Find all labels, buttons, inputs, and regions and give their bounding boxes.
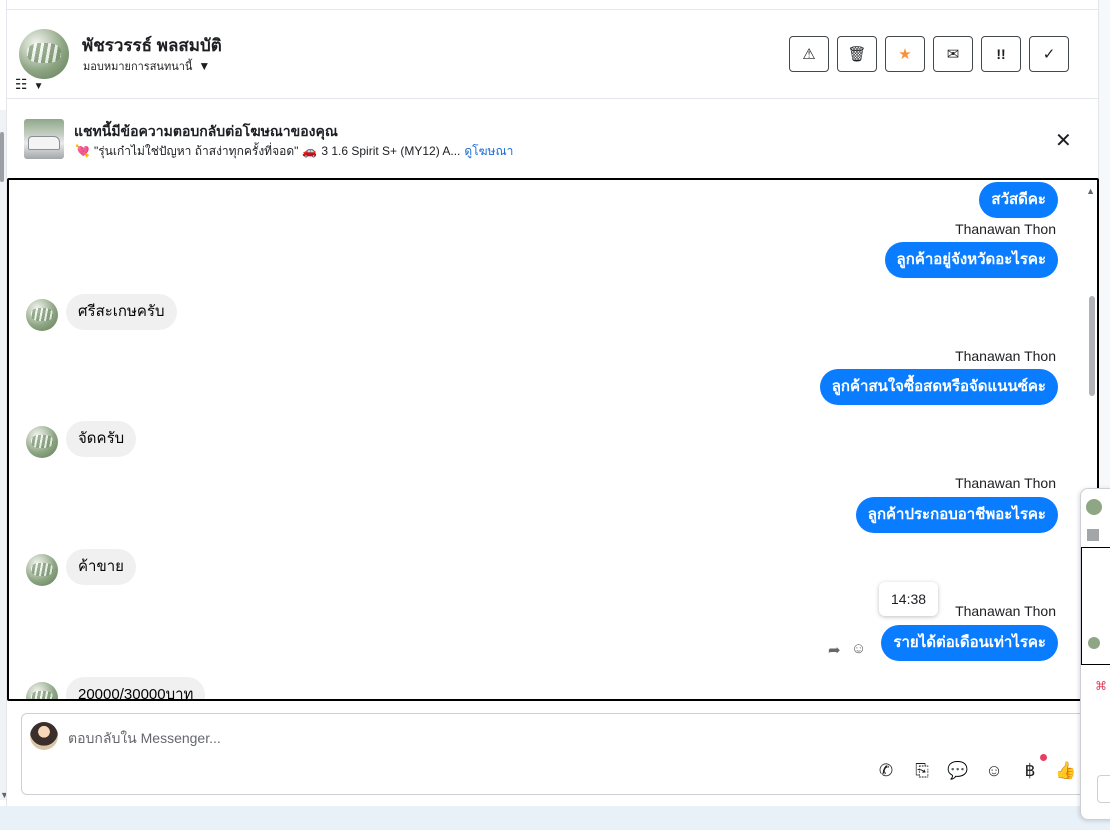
contact-avatar[interactable] — [19, 29, 69, 79]
reply-input[interactable] — [68, 727, 968, 749]
contact-avatar-small[interactable] — [26, 426, 58, 458]
popup-avatar — [1086, 499, 1102, 515]
incoming-message[interactable]: ศรีสะเกษครับ — [66, 294, 177, 330]
ad-quote: "รุ่นเก๋าไม่ใช่ปัญหา ถ้าสง่าทุกครั้งที่จ… — [93, 144, 299, 158]
timestamp-tooltip: 14:38 — [879, 582, 939, 616]
close-icon[interactable]: ✕ — [1055, 128, 1072, 153]
incoming-message[interactable]: ค้าขาย — [66, 549, 136, 585]
emoji-icon[interactable]: ☺ — [983, 760, 1005, 782]
done-button[interactable]: ✓ — [1029, 36, 1069, 72]
popup-button[interactable] — [1097, 775, 1110, 803]
envelope-icon: ✉ — [946, 46, 960, 63]
view-ad-link[interactable]: ดูโฆษณา — [464, 144, 513, 158]
chat-scrollbar-thumb[interactable] — [1089, 296, 1095, 396]
car-icon: 🚗 — [302, 144, 318, 158]
sliders-icon: ☷ — [15, 76, 28, 92]
notification-dot — [1040, 754, 1047, 761]
incoming-message[interactable]: 20000/30000บาท — [66, 677, 206, 699]
ad-reply-banner: แชทนี้มีข้อความตอบกลับต่อโฆษณาของคุณ 💘 "ร… — [7, 100, 1099, 178]
assign-label: มอบหมายการสนทนานี้ — [83, 61, 193, 73]
check-icon: ✓ — [1042, 46, 1056, 63]
scroll-up-arrow-icon[interactable]: ▲ — [1086, 186, 1095, 196]
message-list[interactable]: ▲ สวัสดีคะ Thanawan Thon ลูกค้าอยู่จังหว… — [7, 178, 1099, 701]
like-icon[interactable]: 👍 — [1055, 760, 1077, 782]
top-divider — [7, 0, 1099, 10]
conversation-header: ☷ ▼ พัชรวรรธ์ พลสมบัติ มอบหมายการสนทนานี้… — [7, 10, 1099, 99]
header-actions: ⚠ 🗑 ★ ✉ !! ✓ — [789, 36, 1069, 72]
follow-up-button[interactable]: !! — [981, 36, 1021, 72]
outgoing-message[interactable]: รายได้ต่อเดือนเท่าไรคะ — [881, 625, 1058, 661]
star-button[interactable]: ★ — [885, 36, 925, 72]
popup-logo-icon: ⌘ — [1095, 679, 1107, 693]
conversation-panel: ☷ ▼ พัชรวรรธ์ พลสมบัติ มอบหมายการสนทนานี้… — [6, 0, 1099, 806]
page-background-bottom — [0, 806, 1110, 830]
chevron-down-icon: ▼ — [33, 81, 44, 92]
mark-unread-button[interactable]: ✉ — [933, 36, 973, 72]
message-sender: Thanawan Thon — [955, 475, 1056, 491]
message-sender: Thanawan Thon — [955, 603, 1056, 619]
composer-tools: ✆ ⎘ 💬 ☺ ฿ 👍 — [875, 754, 1077, 782]
filter-dropdown[interactable]: ☷ ▼ — [15, 76, 43, 95]
spam-button[interactable]: ⚠ — [789, 36, 829, 72]
contact-avatar-small[interactable] — [26, 554, 58, 586]
contact-avatar-small[interactable] — [26, 299, 58, 331]
ad-car-text: 3 1.6 Spirit S+ (MY12) A... — [321, 144, 461, 158]
trash-icon: 🗑 — [847, 46, 867, 63]
important-icon: !! — [996, 46, 1006, 62]
popup-ad-thumbnail — [1087, 529, 1099, 541]
side-popup-panel[interactable]: ⌘ — [1080, 488, 1110, 820]
contact-name[interactable]: พัชรวรรธ์ พลสมบัติ — [82, 32, 222, 59]
outgoing-message[interactable]: สวัสดีคะ — [979, 182, 1058, 218]
contact-avatar-small[interactable] — [26, 682, 58, 699]
outgoing-message[interactable]: ลูกค้าประกอบอาชีพอะไรคะ — [855, 497, 1058, 533]
left-scrollbar-thumb[interactable] — [0, 132, 4, 182]
incoming-message[interactable]: จัดครับ — [66, 421, 137, 457]
saved-replies-icon[interactable]: 💬 — [947, 760, 969, 782]
call-icon[interactable]: ✆ — [875, 760, 897, 782]
star-icon: ★ — [898, 46, 912, 63]
outgoing-message[interactable]: ลูกค้าอยู่จังหวัดอะไรคะ — [884, 242, 1058, 278]
ad-thumbnail[interactable] — [24, 119, 64, 159]
assign-conversation-dropdown[interactable]: มอบหมายการสนทนานี้ ▼ — [83, 57, 210, 75]
popup-avatar-small — [1088, 637, 1100, 649]
delete-button[interactable]: 🗑 — [837, 36, 877, 72]
attachment-icon[interactable]: ⎘ — [911, 760, 933, 782]
message-sender: Thanawan Thon — [955, 221, 1056, 237]
reply-composer: ✆ ⎘ 💬 ☺ ฿ 👍 — [21, 713, 1091, 795]
payment-icon[interactable]: ฿ — [1019, 754, 1047, 782]
reply-icon[interactable]: ➦ — [828, 641, 841, 659]
heart-icon: 💘 — [75, 144, 90, 158]
emoji-react-icon[interactable]: ☺ — [851, 640, 866, 657]
outgoing-message[interactable]: ลูกค้าสนใจซื้อสดหรือจัดแนนซ์คะ — [819, 369, 1058, 405]
message-sender: Thanawan Thon — [955, 348, 1056, 364]
ad-banner-description: 💘 "รุ่นเก๋าไม่ใช่ปัญหา ถ้าสง่าทุกครั้งที่… — [75, 142, 513, 161]
page-avatar — [30, 722, 58, 750]
ad-banner-title: แชทนี้มีข้อความตอบกลับต่อโฆษณาของคุณ — [74, 123, 338, 139]
chevron-down-icon: ▼ — [198, 59, 211, 73]
warning-icon: ⚠ — [802, 46, 816, 63]
